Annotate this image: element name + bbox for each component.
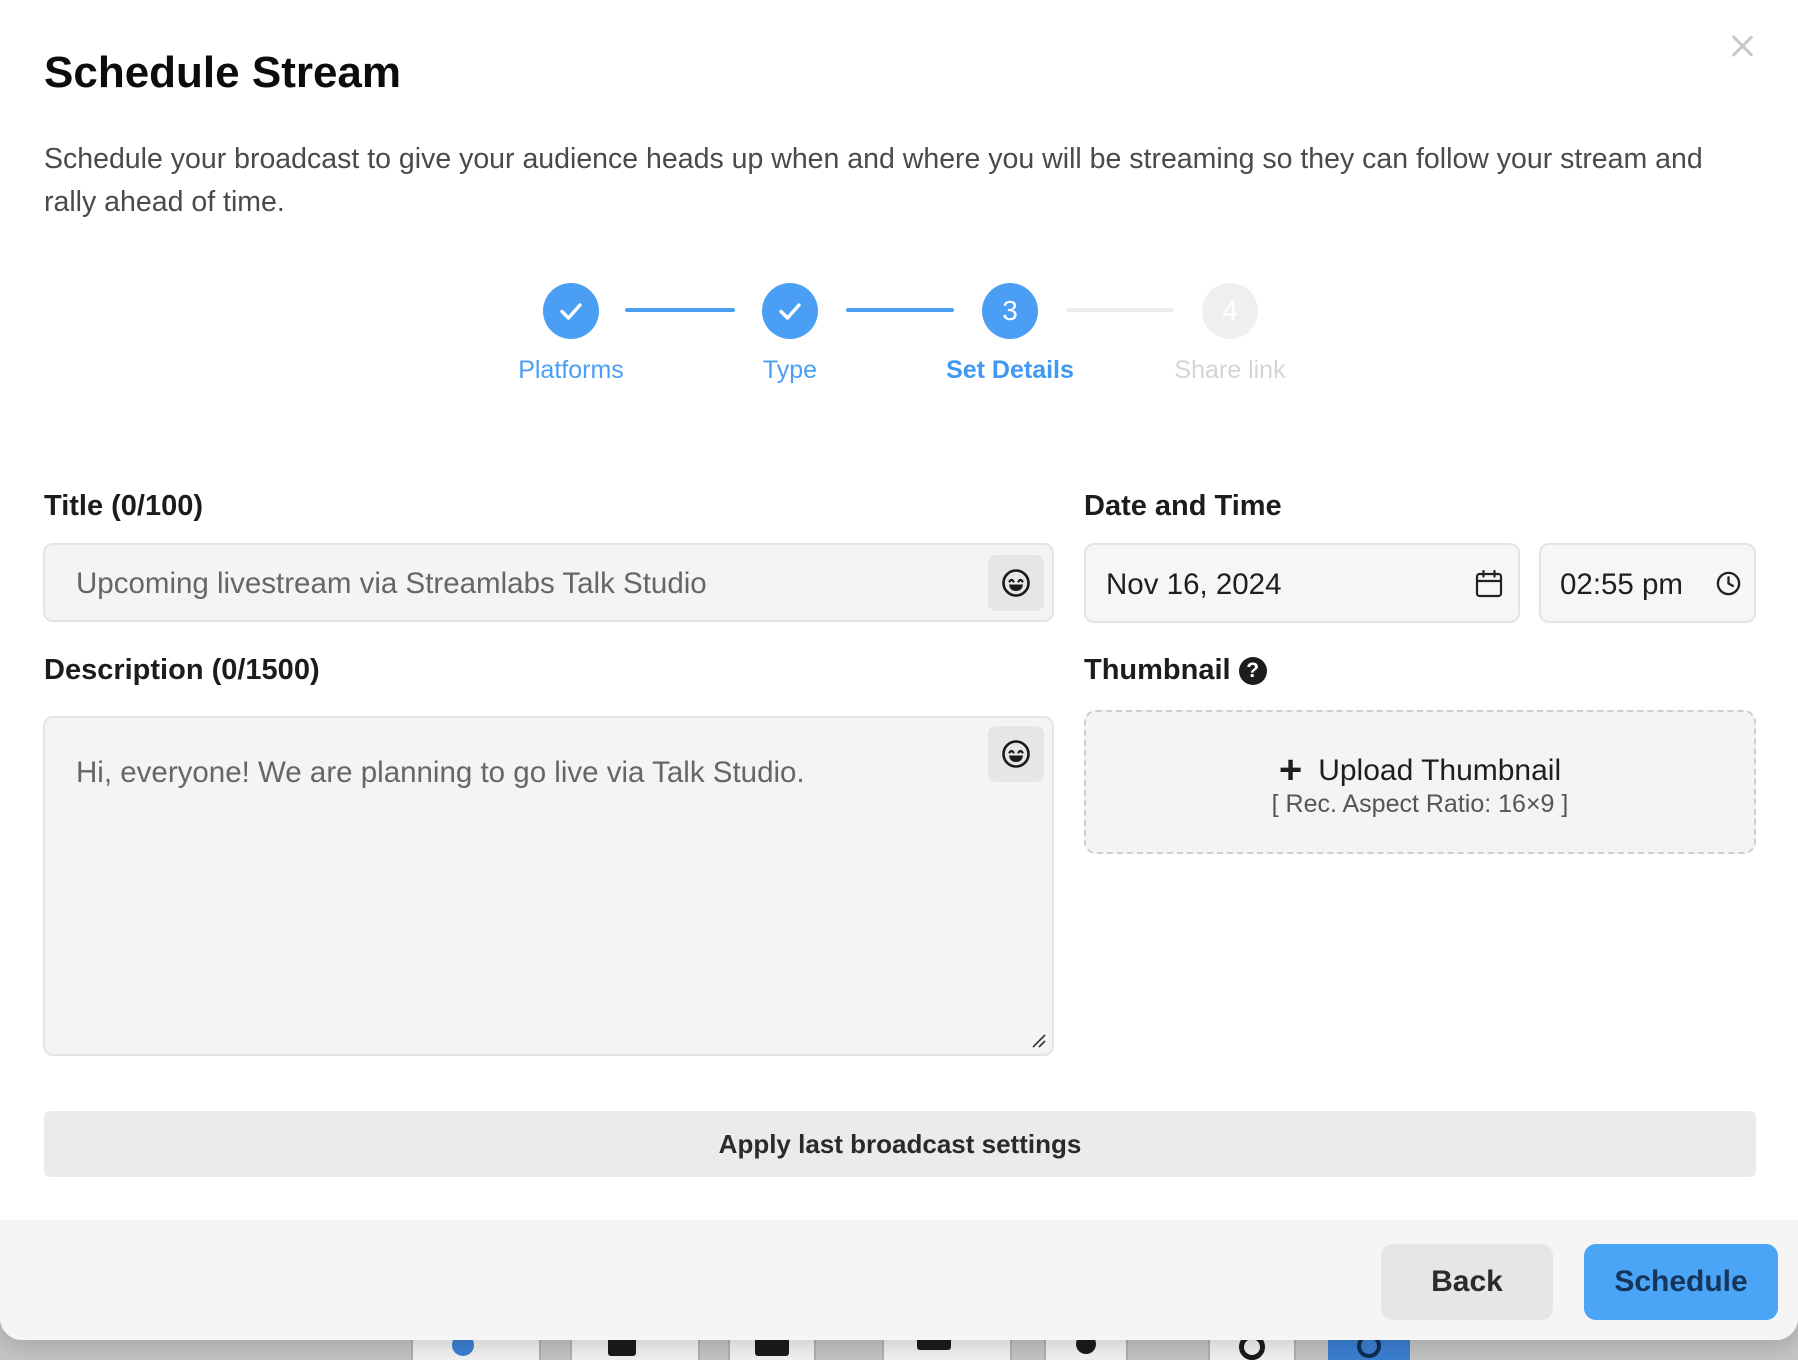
step-share-link-indicator: 4 [1202, 283, 1258, 339]
description-placeholder: Hi, everyone! We are planning to go live… [76, 756, 805, 789]
dialog-description: Schedule your broadcast to give your aud… [44, 143, 1703, 218]
apply-last-broadcast-settings-button[interactable]: Apply last broadcast settings [44, 1111, 1756, 1177]
upload-thumbnail-text: Upload Thumbnail [1318, 754, 1562, 787]
smile-icon [1002, 569, 1030, 597]
plus-icon: + [1278, 748, 1303, 792]
description-label: Description (0/1500) [44, 654, 320, 686]
title-input[interactable]: Upcoming livestream via Streamlabs Talk … [43, 543, 1054, 622]
close-icon[interactable] [1724, 28, 1760, 64]
step-connector [846, 308, 954, 312]
date-time-label: Date and Time [1084, 490, 1282, 522]
dialog-footer: Back Schedule [0, 1220, 1798, 1340]
step-label-type: Type [762, 356, 818, 384]
upload-aspect-hint: [ Rec. Aspect Ratio: 16×9 ] [1271, 790, 1569, 818]
resize-grip-icon[interactable] [1030, 1032, 1046, 1048]
description-textarea[interactable]: Hi, everyone! We are planning to go live… [43, 716, 1054, 1056]
thumbnail-label-text: Thumbnail [1084, 654, 1231, 686]
clock-icon [1716, 571, 1741, 596]
step-label-share-link: Share link [1174, 356, 1286, 384]
step-connector [625, 308, 735, 312]
calendar-icon [1475, 569, 1503, 598]
step-set-details-indicator: 3 [982, 283, 1038, 339]
back-button[interactable]: Back [1381, 1244, 1553, 1320]
time-picker[interactable]: 02:55 pm [1539, 543, 1756, 623]
check-icon [560, 303, 582, 320]
step-label-set-details: Set Details [946, 356, 1074, 384]
smile-icon [1002, 740, 1030, 768]
step-number: 3 [1002, 295, 1018, 326]
schedule-button[interactable]: Schedule [1584, 1244, 1778, 1320]
step-connector [1066, 308, 1174, 312]
schedule-stream-dialog: Schedule Stream Schedule your broadcast … [0, 0, 1798, 1340]
dialog-title: Schedule Stream [44, 48, 402, 97]
title-label: Title (0/100) [44, 490, 204, 522]
title-emoji-button[interactable] [988, 555, 1044, 611]
step-type-indicator [762, 283, 818, 339]
description-emoji-button[interactable] [988, 726, 1044, 782]
time-value: 02:55 pm [1560, 568, 1683, 601]
upload-thumbnail-button[interactable]: + Upload Thumbnail [ Rec. Aspect Ratio: 1… [1084, 710, 1756, 854]
help-icon[interactable]: ? [1238, 657, 1267, 685]
title-placeholder: Upcoming livestream via Streamlabs Talk … [76, 567, 707, 600]
upload-thumbnail-row: + Upload Thumbnail [1086, 748, 1754, 793]
date-picker[interactable]: Nov 16, 2024 [1084, 543, 1520, 623]
step-platforms-indicator [543, 283, 599, 339]
step-number: 4 [1222, 295, 1238, 326]
thumbnail-label: Thumbnail? [1084, 654, 1267, 687]
check-icon [779, 303, 801, 320]
date-value: Nov 16, 2024 [1106, 568, 1282, 601]
step-label-platforms: Platforms [518, 356, 624, 384]
